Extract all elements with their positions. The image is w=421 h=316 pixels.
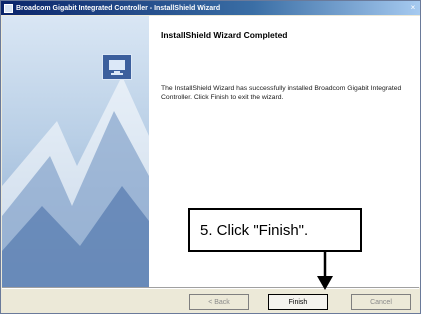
installer-icon (4, 3, 13, 13)
computer-logo-icon (102, 54, 132, 80)
back-button[interactable]: < Back (189, 294, 249, 310)
down-arrow-icon (317, 252, 333, 290)
close-icon[interactable]: × (408, 3, 418, 13)
finish-button[interactable]: Finish (268, 294, 328, 310)
window-title: Broadcom Gigabit Integrated Controller -… (16, 4, 221, 12)
completion-heading: InstallShield Wizard Completed (161, 30, 288, 40)
button-separator (2, 287, 419, 289)
instruction-text: 5. Click "Finish". (200, 221, 309, 239)
instruction-callout: 5. Click "Finish". (188, 208, 362, 252)
title-bar: Broadcom Gigabit Integrated Controller -… (1, 1, 420, 15)
wizard-side-banner (2, 16, 149, 287)
cancel-button[interactable]: Cancel (351, 294, 411, 310)
completion-message: The InstallShield Wizard has successfull… (161, 85, 402, 101)
installer-window: Broadcom Gigabit Integrated Controller -… (0, 0, 421, 314)
